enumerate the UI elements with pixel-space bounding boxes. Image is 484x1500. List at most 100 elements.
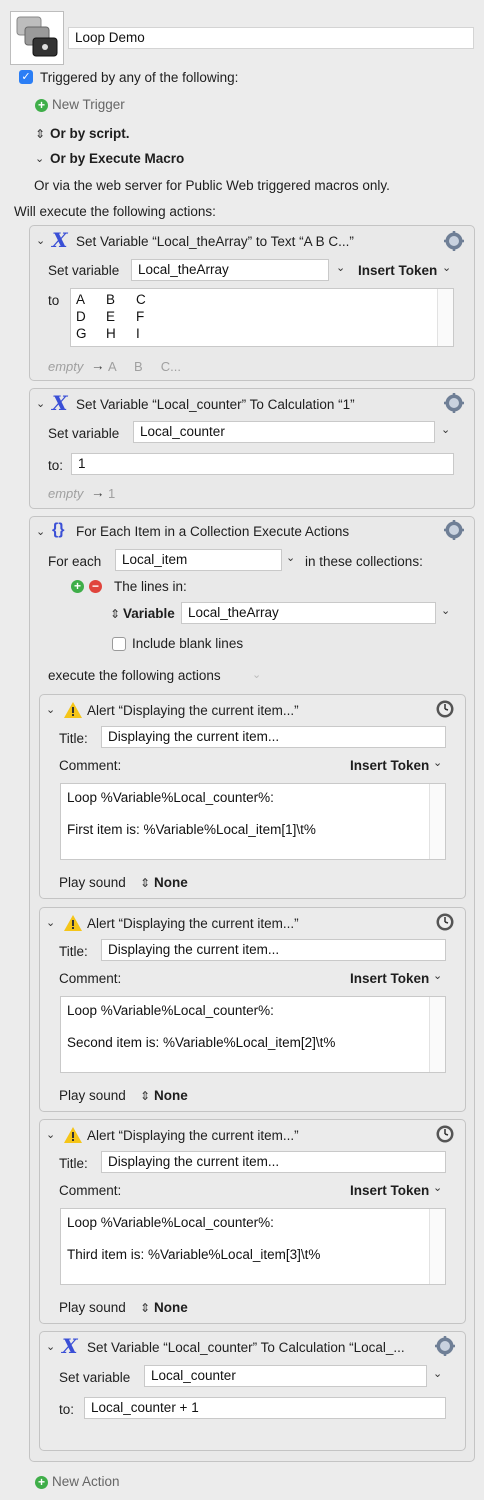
new-action-icon[interactable]: +	[35, 1476, 48, 1489]
alert-title-field[interactable]: Displaying the current item...	[101, 939, 446, 961]
gear-icon[interactable]	[444, 393, 464, 413]
macro-icon	[10, 11, 64, 65]
clock-gear-icon[interactable]	[435, 699, 455, 719]
preview-arrow-icon: →	[91, 485, 105, 500]
new-action-button[interactable]: New Action	[52, 1474, 120, 1489]
scrollbar[interactable]	[429, 1209, 445, 1284]
collapse-chevron-icon[interactable]: ⌄	[46, 1340, 55, 1353]
action-title[interactable]: Alert “Displaying the current item...”	[87, 916, 299, 931]
action-set-variable-counter[interactable]: ⌄ X Set Variable “Local_counter” To Calc…	[29, 388, 475, 509]
add-collection-icon[interactable]: +	[71, 580, 84, 593]
gear-icon[interactable]	[444, 231, 464, 251]
gear-icon[interactable]	[444, 520, 464, 540]
clock-gear-icon[interactable]	[435, 1124, 455, 1144]
to-label: to	[48, 293, 60, 308]
comment-area[interactable]: Loop %Variable%Local_counter%: Third ite…	[60, 1208, 446, 1285]
action-title[interactable]: Alert “Displaying the current item...”	[87, 703, 299, 718]
sound-select[interactable]: None	[154, 1300, 188, 1315]
variable-x-icon: X	[62, 1334, 78, 1358]
variable-menu-chevron-icon[interactable]: ⌄	[441, 423, 450, 436]
item-variable-field[interactable]: Local_item	[115, 549, 282, 571]
comment-label: Comment:	[59, 1183, 122, 1198]
item-variable-chevron-icon[interactable]: ⌄	[286, 551, 295, 564]
collection-variable-field[interactable]: Local_theArray	[181, 602, 436, 624]
comment-line-1: Loop %Variable%Local_counter%:	[67, 1215, 274, 1230]
updown-chevron-icon[interactable]: ⇕	[140, 876, 150, 890]
action-for-each[interactable]: ⌄ {} For Each Item in a Collection Execu…	[29, 516, 475, 1462]
include-blank-checkbox[interactable]	[112, 637, 126, 651]
cell: F	[136, 309, 145, 324]
action-alert[interactable]: ⌄ Alert “Displaying the current item...”…	[39, 694, 466, 899]
collapse-chevron-icon[interactable]: ⌄	[36, 397, 45, 410]
insert-token-chevron-icon[interactable]: ⌄	[433, 969, 442, 982]
collapse-chevron-icon[interactable]: ⌄	[46, 703, 55, 716]
updown-chevron-icon[interactable]: ⇕	[140, 1301, 150, 1315]
cell: A	[76, 292, 86, 307]
action-title[interactable]: For Each Item in a Collection Execute Ac…	[76, 524, 349, 539]
cell: B	[106, 292, 116, 307]
remove-collection-icon[interactable]: −	[89, 580, 102, 593]
macro-icon-graphic	[16, 16, 58, 57]
insert-token-button[interactable]: Insert Token	[350, 758, 429, 773]
cell: H	[106, 326, 116, 341]
collapse-chevron-icon[interactable]: ⌄	[36, 525, 45, 538]
variable-name-field[interactable]: Local_theArray	[131, 259, 329, 281]
chevron-down-icon[interactable]: ⌄	[35, 152, 44, 165]
execute-chevron-icon[interactable]: ⌄	[252, 668, 261, 681]
calculation-field[interactable]: 1	[71, 453, 454, 475]
calculation-field[interactable]: Local_counter + 1	[84, 1397, 446, 1419]
sound-select[interactable]: None	[154, 875, 188, 890]
or-by-execute-macro-label[interactable]: Or by Execute Macro	[50, 151, 184, 166]
play-sound-label: Play sound	[59, 1088, 126, 1103]
sound-select[interactable]: None	[154, 1088, 188, 1103]
comment-label: Comment:	[59, 758, 122, 773]
clock-gear-icon[interactable]	[435, 912, 455, 932]
insert-token-button[interactable]: Insert Token	[350, 1183, 429, 1198]
alert-title-field[interactable]: Displaying the current item...	[101, 1151, 446, 1173]
insert-token-button[interactable]: Insert Token	[358, 263, 437, 278]
cell: C	[136, 292, 146, 307]
text-value-area[interactable]: A B C D E F G H I	[70, 288, 454, 347]
collapse-chevron-icon[interactable]: ⌄	[36, 234, 45, 247]
action-set-variable-increment[interactable]: ⌄ X Set Variable “Local_counter” To Calc…	[39, 1331, 466, 1451]
insert-token-button[interactable]: Insert Token	[350, 971, 429, 986]
scrollbar[interactable]	[429, 997, 445, 1072]
comment-area[interactable]: Loop %Variable%Local_counter%: First ite…	[60, 783, 446, 860]
action-title[interactable]: Set Variable “Local_counter” To Calculat…	[87, 1340, 427, 1355]
updown-chevron-icon[interactable]: ⇕	[140, 1089, 150, 1103]
insert-token-chevron-icon[interactable]: ⌄	[442, 261, 451, 274]
alert-title-field[interactable]: Displaying the current item...	[101, 726, 446, 748]
action-set-variable-array[interactable]: ⌄ X Set Variable “Local_theArray” to Tex…	[29, 225, 475, 381]
variable-name-field[interactable]: Local_counter	[144, 1365, 427, 1387]
for-each-label: For each	[48, 554, 102, 569]
collection-variable-chevron-icon[interactable]: ⌄	[441, 604, 450, 617]
gear-icon[interactable]	[435, 1336, 455, 1356]
action-title[interactable]: Set Variable “Local_theArray” to Text “A…	[76, 234, 354, 249]
variable-name-field[interactable]: Local_counter	[133, 421, 435, 443]
action-alert[interactable]: ⌄ Alert “Displaying the current item...”…	[39, 1119, 466, 1324]
triggered-checkbox[interactable]: ✓	[19, 70, 33, 84]
collapse-chevron-icon[interactable]: ⌄	[46, 916, 55, 929]
comment-area[interactable]: Loop %Variable%Local_counter%: Second it…	[60, 996, 446, 1073]
updown-chevron-icon[interactable]: ⇕	[35, 127, 45, 141]
updown-chevron-icon[interactable]: ⇕	[110, 607, 120, 621]
scrollbar[interactable]	[429, 784, 445, 859]
to-label: to:	[48, 458, 64, 473]
new-trigger-button[interactable]: New Trigger	[52, 97, 125, 112]
action-title[interactable]: Alert “Displaying the current item...”	[87, 1128, 299, 1143]
variable-menu-chevron-icon[interactable]: ⌄	[433, 1367, 442, 1380]
triggered-label: Triggered by any of the following:	[40, 70, 239, 85]
action-alert[interactable]: ⌄ Alert “Displaying the current item...”…	[39, 907, 466, 1112]
variable-type-label[interactable]: Variable	[123, 606, 175, 621]
insert-token-chevron-icon[interactable]: ⌄	[433, 756, 442, 769]
insert-token-chevron-icon[interactable]: ⌄	[433, 1181, 442, 1194]
preview-value: A B C...	[108, 359, 181, 374]
or-by-script-label[interactable]: Or by script.	[50, 126, 130, 141]
macro-name-field[interactable]: Loop Demo	[68, 27, 474, 49]
set-variable-label: Set variable	[48, 426, 120, 441]
action-title[interactable]: Set Variable “Local_counter” To Calculat…	[76, 397, 355, 412]
new-trigger-icon[interactable]: +	[35, 99, 48, 112]
collapse-chevron-icon[interactable]: ⌄	[46, 1128, 55, 1141]
scrollbar[interactable]	[437, 289, 453, 346]
variable-menu-chevron-icon[interactable]: ⌄	[336, 261, 345, 274]
